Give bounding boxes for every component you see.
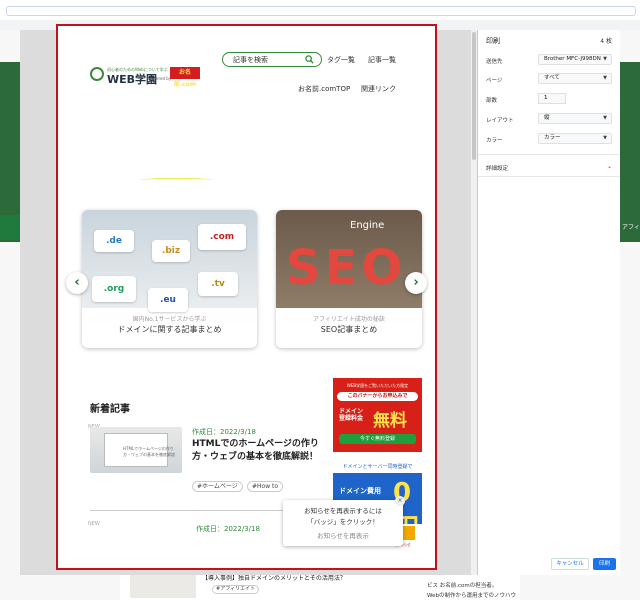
nav-articles[interactable]: 記事一覧 bbox=[368, 55, 396, 65]
card-title: ドメインに関する記事まとめ bbox=[117, 325, 222, 334]
destination-value: Brother MFC-J998DN bbox=[544, 56, 601, 62]
article-date: 作成日：2022/3/18 bbox=[196, 525, 260, 533]
ad-headline: 無料 bbox=[373, 411, 407, 431]
background-text: Webの制作から運用までのノウハウ bbox=[427, 593, 516, 599]
background-article-thumb bbox=[130, 574, 196, 598]
destination-label: 送信先 bbox=[486, 59, 503, 65]
close-icon[interactable]: × bbox=[395, 496, 405, 506]
domain-image: .de .biz .com .org .eu .tv bbox=[82, 210, 257, 312]
notice-reshow-link[interactable]: お知らせを再表示 bbox=[283, 530, 403, 540]
logo-powered-by: Powered by bbox=[148, 76, 172, 81]
section-title: 新着記事 bbox=[90, 404, 130, 415]
pages-label: ページ bbox=[486, 78, 503, 84]
domain-bubble: .tv bbox=[198, 272, 238, 296]
nav-related-links[interactable]: 関連リンク bbox=[361, 84, 396, 94]
carousel-card-domain[interactable]: .de .biz .com .org .eu .tv 国内No.1サービスから学… bbox=[82, 210, 257, 348]
copies-input[interactable]: 1 bbox=[538, 93, 566, 104]
domain-bubble: .biz bbox=[152, 240, 190, 262]
logo-badge: お名前.com bbox=[170, 67, 200, 88]
article-tag[interactable]: #ホームページ bbox=[192, 481, 243, 492]
card-subtitle: 国内No.1サービスから学ぶ bbox=[132, 316, 207, 323]
nav-tags[interactable]: タグ一覧 bbox=[327, 55, 355, 65]
scrollbar-thumb[interactable] bbox=[472, 32, 476, 160]
logo-emblem-icon bbox=[90, 67, 104, 81]
more-settings-toggle[interactable]: 詳細設定 bbox=[486, 164, 508, 172]
background-text: ビス お名前.comの担当者。 bbox=[427, 583, 498, 589]
search-input[interactable]: 記事を検索 bbox=[222, 52, 322, 67]
ad-band: このバナーからお申込みで bbox=[337, 392, 418, 401]
print-settings-panel: 印刷 4 枚 送信先 Brother MFC-J998DN ▼ ページ すべて … bbox=[478, 30, 620, 575]
carousel-prev-button[interactable]: ‹ bbox=[66, 272, 88, 294]
site-logo[interactable]: 初心者のためのWebについて学ぶ WEB学園 Powered by お名前.co… bbox=[90, 67, 202, 88]
notice-line: お知らせを再表示するには bbox=[304, 507, 382, 515]
seo-image: Engine SEO bbox=[276, 210, 422, 308]
thumbnail-screen: HTMLでホームページの作り方・ウェブの基本を徹底解説 bbox=[104, 433, 175, 467]
color-label: カラー bbox=[486, 138, 503, 144]
pages-select[interactable]: すべて ▼ bbox=[538, 73, 612, 84]
ad-label: ドメイン 登録料金 bbox=[339, 408, 364, 422]
domain-bubble: .com bbox=[198, 224, 246, 250]
layout-value: 縦 bbox=[544, 115, 550, 121]
ad-top-text: WEB学園をご覧いただいた方限定 bbox=[346, 383, 409, 388]
background-hero-label: アフィ bbox=[622, 224, 640, 231]
destination-select[interactable]: Brother MFC-J998DN ▼ bbox=[538, 54, 612, 65]
search-icon[interactable] bbox=[305, 55, 314, 64]
background-hero-right bbox=[620, 62, 640, 242]
chevron-down-icon: ▼ bbox=[603, 115, 607, 121]
notice-line: 「バッジ」をクリック！ bbox=[307, 518, 379, 526]
thumbnail-text: HTMLでホームページの作り方・ウェブの基本を徹底解説 bbox=[123, 446, 175, 457]
chevron-down-icon[interactable]: ⌄ bbox=[607, 163, 612, 170]
print-button[interactable]: 印刷 bbox=[593, 558, 616, 570]
carousel-next-button[interactable]: › bbox=[405, 272, 427, 294]
layout-select[interactable]: 縦 ▼ bbox=[538, 113, 612, 124]
article-title[interactable]: HTMLでのホームページの作り方・ウェブの基本を徹底解説！ bbox=[192, 438, 322, 464]
pages-value: すべて bbox=[544, 75, 560, 81]
hero-underline bbox=[140, 178, 214, 182]
ad-top-text: ドメインとサーバー同時登録で bbox=[333, 462, 422, 473]
color-select[interactable]: カラー ▼ bbox=[538, 133, 612, 144]
address-bar[interactable] bbox=[6, 6, 636, 16]
panel-divider bbox=[478, 176, 620, 177]
ad-register-button[interactable]: 今すぐ無料登録 bbox=[339, 434, 416, 444]
article-tag[interactable]: #How to bbox=[247, 481, 284, 492]
print-title: 印刷 bbox=[486, 37, 500, 45]
seo-image-word: Engine bbox=[350, 220, 385, 231]
seo-image-text: SEO bbox=[286, 240, 407, 296]
nav-onamae-top[interactable]: お名前.comTOP bbox=[298, 84, 350, 94]
background-hero-left-band bbox=[0, 215, 20, 240]
article-date: 作成日：2022/3/18 bbox=[192, 428, 256, 436]
cancel-button[interactable]: キャンセル bbox=[551, 558, 589, 570]
search-placeholder: 記事を検索 bbox=[233, 56, 268, 64]
layout-label: レイアウト bbox=[486, 118, 514, 124]
ad-label: ドメイン費用 bbox=[339, 487, 381, 495]
ad-banner-domain-free[interactable]: WEB学園をご覧いただいた方限定 このバナーからお申込みで ドメイン 登録料金 無… bbox=[333, 378, 422, 452]
chevron-down-icon: ▼ bbox=[603, 56, 607, 62]
page-count: 4 枚 bbox=[600, 38, 612, 45]
domain-bubble: .eu bbox=[148, 288, 188, 312]
domain-bubble: .org bbox=[92, 276, 136, 302]
domain-bubble: .de bbox=[94, 230, 134, 252]
card-subtitle: アフィリエイト成功の秘訣 bbox=[313, 316, 385, 323]
chevron-down-icon: ▼ bbox=[603, 135, 607, 141]
notice-popup: お知らせを再表示するには 「バッジ」をクリック！ お知らせを再表示 × bbox=[283, 496, 405, 546]
panel-divider bbox=[478, 154, 620, 155]
color-value: カラー bbox=[544, 135, 561, 141]
chevron-down-icon: ▼ bbox=[603, 75, 607, 81]
copies-label: 部数 bbox=[486, 98, 498, 104]
preview-scrollbar[interactable] bbox=[471, 30, 477, 575]
card-title: SEO記事まとめ bbox=[320, 325, 378, 334]
background-article-tag: #アフィリエイト bbox=[212, 585, 260, 594]
carousel-card-seo[interactable]: Engine SEO アフィリエイト成功の秘訣 SEO記事まとめ bbox=[276, 210, 422, 348]
new-badge: NEW bbox=[88, 521, 100, 527]
article-thumbnail[interactable]: HTMLでホームページの作り方・ウェブの基本を徹底解説 bbox=[90, 427, 182, 473]
